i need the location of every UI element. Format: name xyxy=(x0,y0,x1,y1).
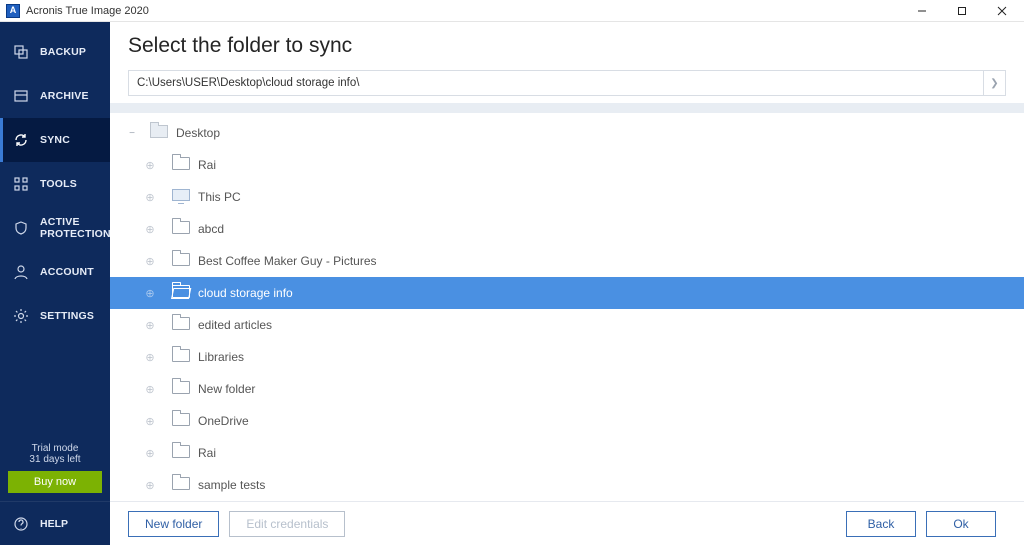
tree-item-label: This PC xyxy=(198,190,241,204)
sidebar: BACKUP ARCHIVE SYNC xyxy=(0,22,110,545)
folder-icon xyxy=(172,381,192,397)
folder-icon xyxy=(150,125,170,141)
tree-item[interactable]: ⊕ cloud storage info xyxy=(110,277,1024,309)
tree-connector: ⊕ xyxy=(138,287,162,300)
sidebar-item-label: TOOLS xyxy=(40,178,77,190)
page-title: Select the folder to sync xyxy=(128,34,1006,58)
sidebar-item-label: ACTIVE PROTECTION xyxy=(40,216,111,240)
sidebar-item-label: HELP xyxy=(40,518,68,530)
tree-item[interactable]: ⊕ sample tests xyxy=(110,469,1024,501)
window-title: Acronis True Image 2020 xyxy=(26,5,149,17)
folder-icon xyxy=(172,317,192,333)
folder-icon xyxy=(172,157,192,173)
sync-icon xyxy=(12,131,30,149)
tree-item-label: sample tests xyxy=(198,478,265,492)
bottom-bar: New folder Edit credentials Back Ok xyxy=(110,501,1024,545)
sidebar-item-account[interactable]: ACCOUNT xyxy=(0,250,110,294)
tree-item-label: Desktop xyxy=(176,126,220,140)
shield-icon xyxy=(12,219,30,237)
tree-item[interactable]: ⊕ New folder xyxy=(110,373,1024,405)
new-folder-button[interactable]: New folder xyxy=(128,511,219,537)
app-icon: A xyxy=(6,4,20,18)
tree-item-label: cloud storage info xyxy=(198,286,293,300)
close-button[interactable] xyxy=(982,0,1022,22)
backup-icon xyxy=(12,43,30,61)
trial-line2: 31 days left xyxy=(8,454,102,465)
tree-item-label: New folder xyxy=(198,382,255,396)
tree-connector: ⊕ xyxy=(138,319,162,332)
tree-connector: ⊕ xyxy=(138,223,162,236)
chevron-right-icon: ❯ xyxy=(990,78,998,89)
folder-icon xyxy=(172,413,192,429)
tree-connector: ⊕ xyxy=(138,415,162,428)
edit-credentials-button: Edit credentials xyxy=(229,511,345,537)
trial-line1: Trial mode xyxy=(8,443,102,454)
sidebar-item-label: ACCOUNT xyxy=(40,266,94,278)
sidebar-item-label: SYNC xyxy=(40,134,70,146)
back-button[interactable]: Back xyxy=(846,511,916,537)
folder-icon xyxy=(172,221,192,237)
folder-icon xyxy=(172,285,192,301)
path-input[interactable] xyxy=(128,70,984,96)
tree-item[interactable]: ⊕ OneDrive xyxy=(110,405,1024,437)
help-icon xyxy=(12,515,30,533)
tree-connector: ⊕ xyxy=(138,191,162,204)
folder-icon xyxy=(172,253,192,269)
titlebar: A Acronis True Image 2020 xyxy=(0,0,1024,22)
minimize-button[interactable] xyxy=(902,0,942,22)
sidebar-item-label: ARCHIVE xyxy=(40,90,89,102)
tree-item-label: abcd xyxy=(198,222,224,236)
sidebar-item-sync[interactable]: SYNC xyxy=(0,118,110,162)
tree-item[interactable]: ⊕ Best Coffee Maker Guy - Pictures xyxy=(110,245,1024,277)
tree-item[interactable]: ⊕ Rai xyxy=(110,149,1024,181)
sidebar-item-label: BACKUP xyxy=(40,46,86,58)
tree-connector: ⊕ xyxy=(138,383,162,396)
tree-item-label: Libraries xyxy=(198,350,244,364)
sidebar-item-active-protection[interactable]: ACTIVE PROTECTION xyxy=(0,206,110,250)
tree-item[interactable]: ⊕ Rai xyxy=(110,437,1024,469)
folder-icon xyxy=(172,477,192,493)
sidebar-item-archive[interactable]: ARCHIVE xyxy=(0,74,110,118)
maximize-button[interactable] xyxy=(942,0,982,22)
tree-item-root[interactable]: − Desktop xyxy=(110,117,1024,149)
sidebar-item-settings[interactable]: SETTINGS xyxy=(0,294,110,338)
folder-icon xyxy=(172,445,192,461)
sidebar-item-label: SETTINGS xyxy=(40,310,94,322)
sidebar-item-backup[interactable]: BACKUP xyxy=(0,30,110,74)
tools-icon xyxy=(12,175,30,193)
gear-icon xyxy=(12,307,30,325)
tree-connector: ⊕ xyxy=(138,255,162,268)
folder-tree[interactable]: − Desktop ⊕ Rai ⊕ This PC ⊕ abcd ⊕ Best Coffee Ma… xyxy=(110,102,1024,501)
tree-item[interactable]: ⊕ Libraries xyxy=(110,341,1024,373)
folder-icon xyxy=(172,349,192,365)
tree-connector: ⊕ xyxy=(138,447,162,460)
tree-connector: ⊕ xyxy=(138,351,162,364)
sidebar-item-tools[interactable]: TOOLS xyxy=(0,162,110,206)
archive-icon xyxy=(12,87,30,105)
tree-connector: ⊕ xyxy=(138,479,162,492)
ok-button[interactable]: Ok xyxy=(926,511,996,537)
collapse-icon[interactable]: − xyxy=(124,128,140,139)
sidebar-item-help[interactable]: HELP xyxy=(0,501,110,545)
account-icon xyxy=(12,263,30,281)
tree-item-label: edited articles xyxy=(198,318,272,332)
trial-status: Trial mode 31 days left xyxy=(0,439,110,471)
tree-connector: ⊕ xyxy=(138,159,162,172)
monitor-icon xyxy=(172,189,192,205)
tree-item[interactable]: ⊕ abcd xyxy=(110,213,1024,245)
buy-now-button[interactable]: Buy now xyxy=(8,471,102,493)
tree-item-label: Rai xyxy=(198,446,216,460)
tree-item-label: Rai xyxy=(198,158,216,172)
tree-item-label: OneDrive xyxy=(198,414,249,428)
tree-item-label: Best Coffee Maker Guy - Pictures xyxy=(198,254,377,268)
tree-item[interactable]: ⊕ edited articles xyxy=(110,309,1024,341)
tree-item[interactable]: ⊕ This PC xyxy=(110,181,1024,213)
path-go-button[interactable]: ❯ xyxy=(984,70,1006,96)
